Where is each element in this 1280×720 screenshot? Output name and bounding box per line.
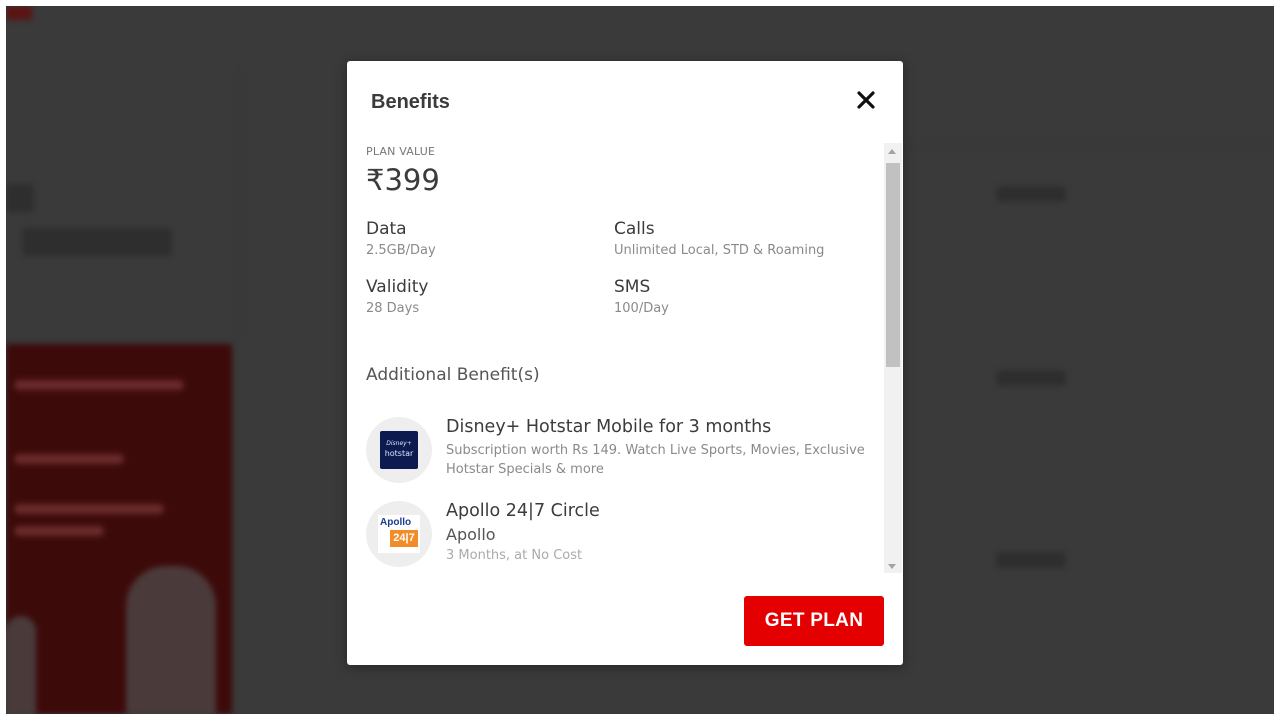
additional-benefits-heading: Additional Benefit(s) <box>366 365 540 385</box>
apollo-logo-mark: Apollo 24|7 <box>378 515 420 553</box>
background-promo-line <box>14 454 124 464</box>
plan-price: ₹399 <box>366 163 440 197</box>
benefit-subtitle: Apollo <box>446 525 496 544</box>
logo-text: Disney+ <box>386 440 412 447</box>
background-price <box>996 552 1066 568</box>
plan-value-label: PLAN VALUE <box>366 145 436 158</box>
logo-text: Apollo <box>380 517 412 528</box>
background-promo-line <box>14 526 104 536</box>
background-promo-line <box>14 380 184 390</box>
benefits-modal: Benefits PLAN VALUE ₹399 Data 2.5GB/Day … <box>347 61 903 665</box>
scroll-up-arrow-icon[interactable] <box>888 149 896 154</box>
spec-title: Calls <box>614 219 655 239</box>
benefit-title: Disney+ Hotstar Mobile for 3 months <box>446 417 772 437</box>
spec-value: Unlimited Local, STD & Roaming <box>614 243 825 258</box>
scrollbar[interactable] <box>884 143 902 573</box>
background-logo <box>6 6 32 20</box>
spec-value: 28 Days <box>366 301 420 316</box>
background-price <box>996 370 1066 386</box>
spec-validity: Validity 28 Days <box>366 277 428 316</box>
spec-sms: SMS 100/Day <box>614 277 669 316</box>
background-nav <box>906 66 1274 146</box>
scrollbar-thumb[interactable] <box>886 163 900 367</box>
background-heading-line <box>22 228 172 256</box>
logo-text: 24|7 <box>390 530 418 547</box>
hotstar-logo: Disney+ hotstar <box>366 417 432 483</box>
background-illustration <box>126 566 216 714</box>
hotstar-logo-mark: Disney+ hotstar <box>380 431 418 469</box>
background-divider <box>238 66 239 346</box>
background-illustration <box>6 616 36 714</box>
background-heading <box>6 184 34 212</box>
close-button[interactable] <box>851 85 881 115</box>
background-promo-line <box>14 504 164 514</box>
spec-calls: Calls Unlimited Local, STD & Roaming <box>614 219 824 258</box>
spec-title: Data <box>366 219 407 239</box>
benefit-body: Apollo 24|7 Circle Apollo 3 Months, at N… <box>446 501 866 563</box>
benefit-description: Subscription worth Rs 149. Watch Live Sp… <box>446 443 865 477</box>
spec-value: 2.5GB/Day <box>366 243 436 258</box>
background-price <box>996 186 1066 202</box>
close-icon <box>857 91 875 109</box>
spec-title: SMS <box>614 277 651 297</box>
modal-title: Benefits <box>371 91 450 113</box>
logo-text: hotstar <box>384 449 414 458</box>
scroll-down-arrow-icon[interactable] <box>888 564 896 569</box>
spec-title: Validity <box>366 277 429 297</box>
apollo-logo: Apollo 24|7 <box>366 501 432 567</box>
spec-value: 100/Day <box>614 301 669 316</box>
get-plan-button[interactable]: GET PLAN <box>744 596 884 646</box>
spec-data: Data 2.5GB/Day <box>366 219 436 258</box>
benefit-body: Disney+ Hotstar Mobile for 3 months Subs… <box>446 417 866 479</box>
benefit-note: 3 Months, at No Cost <box>446 548 583 563</box>
benefits-scroll-area[interactable]: PLAN VALUE ₹399 Data 2.5GB/Day Calls Unl… <box>347 141 903 571</box>
benefit-title: Apollo 24|7 Circle <box>446 501 600 521</box>
